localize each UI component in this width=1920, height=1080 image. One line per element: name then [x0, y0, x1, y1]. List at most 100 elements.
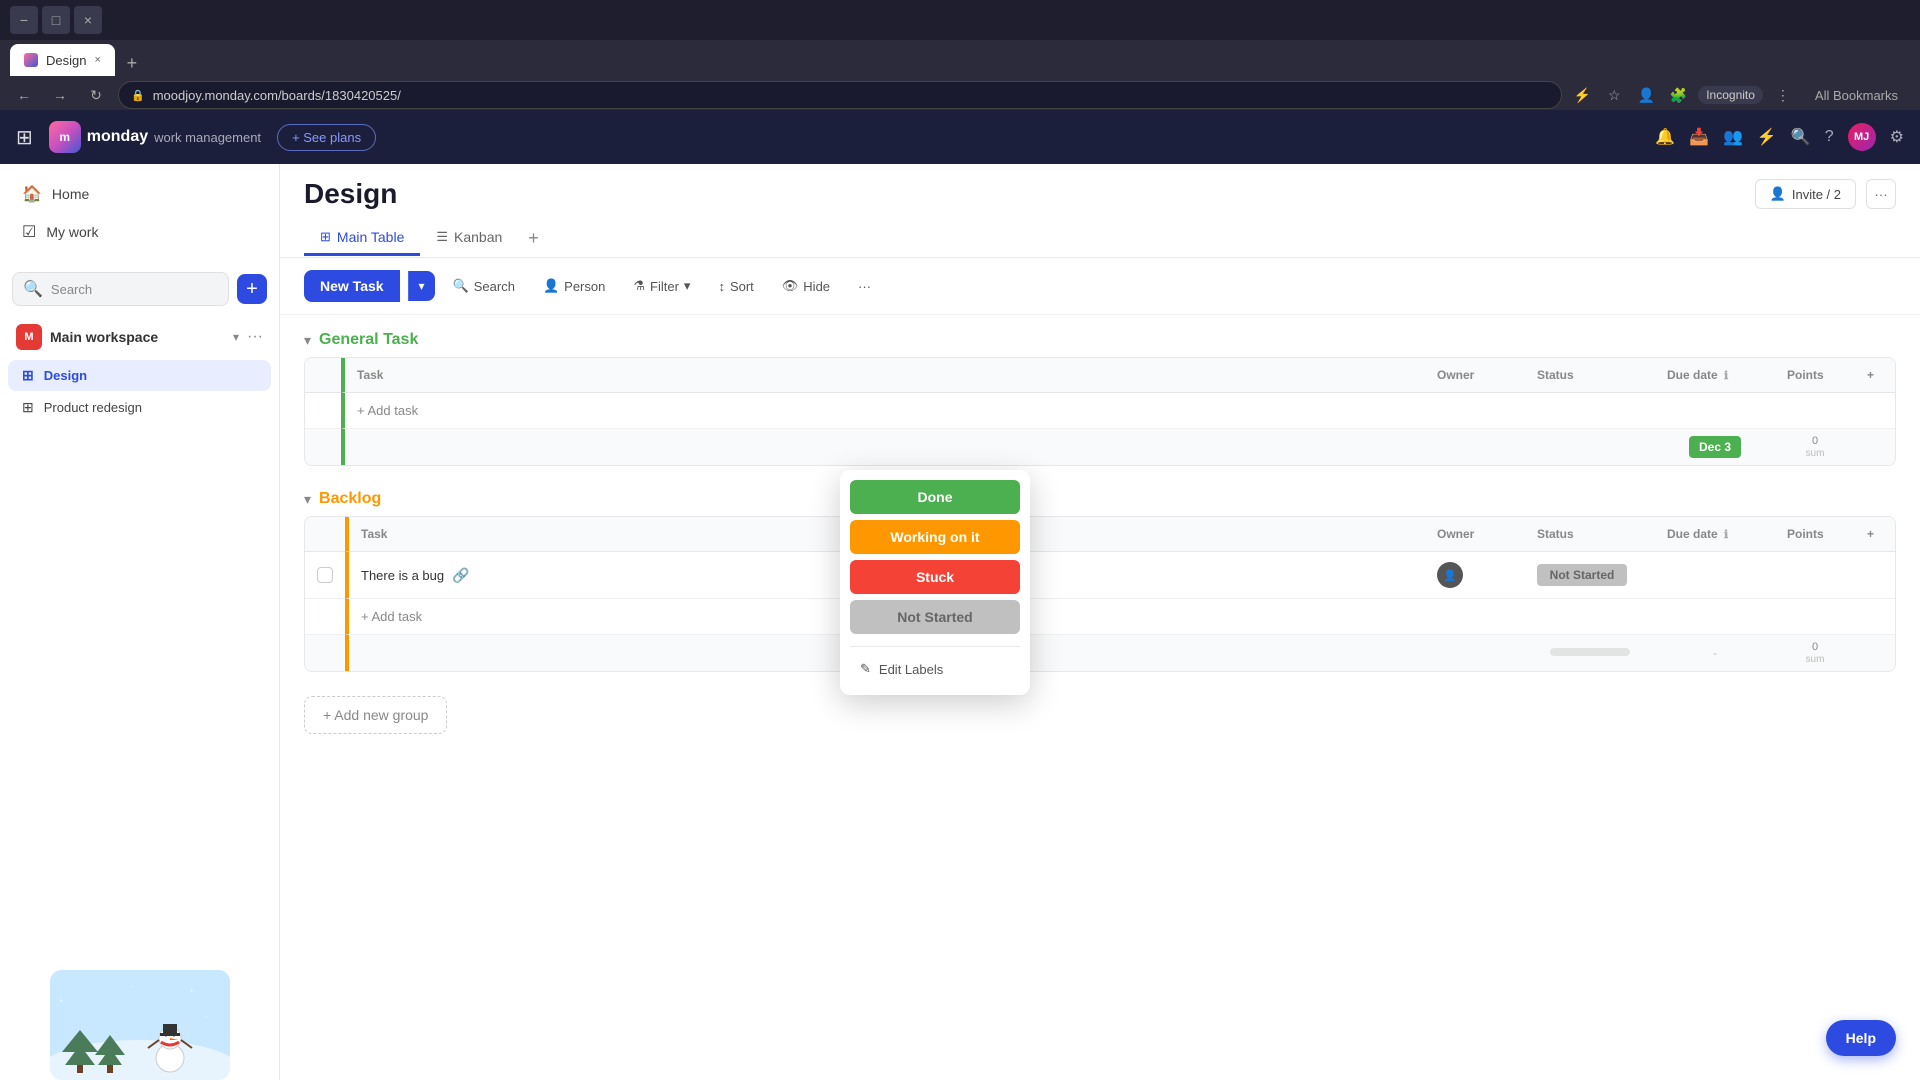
bookmarks-label: All Bookmarks [1815, 88, 1898, 103]
sidebar-item-product-redesign[interactable]: ⊞ Product redesign [8, 392, 271, 423]
new-tab-button[interactable]: + [119, 50, 145, 76]
browser-menu-icon[interactable]: ⋮ [1771, 83, 1795, 107]
person-icon: 👤 [1770, 186, 1786, 202]
task-name: There is a bug [361, 568, 444, 583]
status-stuck-option[interactable]: Stuck [850, 560, 1020, 594]
minimize-button[interactable]: − [10, 6, 38, 34]
board-header: Design 👤 Invite / 2 ··· ⊞ Main Table [280, 164, 1920, 258]
star-icon[interactable]: ☆ [1602, 83, 1626, 107]
sidebar-search-box[interactable]: 🔍 Search [12, 272, 229, 306]
see-plans-button[interactable]: + See plans [277, 124, 376, 151]
task-owner-avatar[interactable]: 👤 [1437, 562, 1463, 588]
filter-label: Filter [650, 279, 679, 294]
group-general-header: ▾ General Task [304, 331, 1896, 349]
help-top-icon[interactable]: ? [1825, 128, 1834, 146]
date-cell[interactable] [1655, 552, 1775, 599]
group-backlog-collapse[interactable]: ▾ [304, 491, 311, 508]
date-info-icon[interactable]: ℹ [1724, 370, 1728, 382]
table-row-bug: There is a bug 🔗 👤 [305, 552, 1895, 599]
status-badge[interactable]: Not Started [1537, 564, 1627, 586]
workspace-more-icon[interactable]: ··· [247, 328, 263, 346]
task-link-icon[interactable]: 🔗 [452, 567, 469, 584]
backlog-task-table: Task Owner Status Due date [304, 516, 1896, 672]
invite-button[interactable]: 👤 Invite / 2 [1755, 179, 1856, 209]
col-status: Status [1525, 358, 1655, 393]
new-task-button[interactable]: New Task [304, 270, 400, 302]
edit-icon: ✎ [860, 661, 871, 677]
status-cell[interactable]: Not Started [1525, 552, 1655, 599]
refresh-button[interactable]: ↻ [82, 81, 110, 109]
sidebar: 🏠 Home ☑ My work 🔍 Search + M [0, 164, 280, 1080]
settings-icon[interactable]: ⚙ [1890, 127, 1904, 147]
board-icon: ⊞ [22, 367, 34, 384]
row-checkbox[interactable] [317, 567, 333, 583]
integrations-icon[interactable]: ⚡ [1757, 127, 1777, 147]
back-button[interactable]: ← [10, 81, 38, 109]
maximize-button[interactable]: □ [42, 6, 70, 34]
edit-labels-button[interactable]: ✎ Edit Labels [850, 653, 1020, 685]
sort-icon: ↕ [718, 279, 725, 294]
snowman-scene: * * * * [50, 970, 230, 1080]
filter-chevron: ▾ [684, 278, 691, 294]
search-top-icon[interactable]: 🔍 [1791, 127, 1811, 147]
status-done-option[interactable]: Done [850, 480, 1020, 514]
sidebar-item-home[interactable]: 🏠 Home [8, 176, 271, 212]
close-window-button[interactable]: × [74, 6, 102, 34]
group-general-title: General Task [319, 331, 418, 349]
owner-cell: 👤 [1425, 552, 1525, 599]
sidebar-item-mywork[interactable]: ☑ My work [8, 214, 271, 250]
active-tab[interactable]: Design × [10, 44, 115, 76]
search-placeholder: Search [51, 282, 92, 297]
hide-button[interactable]: 👁 Hide [772, 272, 840, 300]
add-view-button[interactable]: + [518, 220, 549, 257]
address-bar[interactable]: 🔒 moodjoy.monday.com/boards/1830420525/ [118, 81, 1562, 109]
col-add[interactable]: + [1855, 358, 1895, 393]
team-icon[interactable]: 👥 [1723, 127, 1743, 147]
status-working-option[interactable]: Working on it [850, 520, 1020, 554]
backlog-date-info-icon[interactable]: ℹ [1724, 529, 1728, 541]
help-button[interactable]: Help [1826, 1020, 1896, 1056]
user-avatar[interactable]: MJ [1848, 123, 1876, 151]
search-toolbar-button[interactable]: 🔍 Search [443, 272, 525, 300]
sum-value-general: 0 sum [1787, 435, 1843, 459]
more-toolbar-button[interactable]: ··· [848, 273, 881, 300]
extensions-puzzle-icon[interactable]: 🧩 [1666, 83, 1690, 107]
sidebar-item-design[interactable]: ⊞ Design [8, 360, 271, 391]
add-group-button[interactable]: + Add new group [304, 696, 447, 734]
general-task-table: Task Owner Status Due date [304, 357, 1896, 466]
table-sum-row-backlog: - 0 sum [305, 635, 1895, 671]
new-task-dropdown-button[interactable]: ▾ [408, 271, 435, 301]
apps-grid-icon[interactable]: ⊞ [16, 125, 33, 150]
extensions-icon[interactable]: ⚡ [1570, 83, 1594, 107]
person-filter-label: Person [564, 279, 605, 294]
add-task-label-general[interactable]: + Add task [341, 393, 1425, 429]
app-logo: m monday work management [49, 121, 261, 153]
workspace-chevron-icon[interactable]: ▾ [233, 330, 239, 344]
points-cell [1775, 552, 1855, 599]
app-top-right: 🔔 📥 👥 ⚡ 🔍 ? MJ ⚙ [1655, 123, 1904, 151]
sort-button[interactable]: ↕ Sort [708, 273, 763, 300]
add-item-button[interactable]: + [237, 274, 267, 304]
table-row-add-backlog[interactable]: + Add task [305, 599, 1895, 635]
tab-main-table[interactable]: ⊞ Main Table [304, 221, 420, 256]
profile-icon[interactable]: 👤 [1634, 83, 1658, 107]
status-not-started-option[interactable]: Not Started [850, 600, 1020, 634]
forward-button[interactable]: → [46, 81, 74, 109]
filter-button[interactable]: ⚗ Filter ▾ [623, 272, 700, 300]
dropdown-divider [850, 646, 1020, 647]
tab-kanban[interactable]: ☰ Kanban [420, 221, 518, 256]
inbox-icon[interactable]: 📥 [1689, 127, 1709, 147]
board-more-button[interactable]: ··· [1866, 179, 1896, 209]
person-filter-button[interactable]: 👤 Person [533, 272, 615, 300]
tab-close-button[interactable]: × [94, 54, 100, 66]
group-general-collapse[interactable]: ▾ [304, 332, 311, 349]
backlog-col-add[interactable]: + [1855, 517, 1895, 552]
table-row-add-general[interactable]: + Add task [305, 393, 1895, 429]
board-header-right: 👤 Invite / 2 ··· [1755, 179, 1896, 219]
board-content: ▾ General Task Task Owner [280, 315, 1920, 1080]
edit-labels-label: Edit Labels [879, 662, 943, 677]
lock-icon: 🔒 [131, 89, 145, 102]
invite-label: Invite / 2 [1792, 187, 1841, 202]
backlog-col-status: Status [1525, 517, 1655, 552]
notifications-icon[interactable]: 🔔 [1655, 127, 1675, 147]
